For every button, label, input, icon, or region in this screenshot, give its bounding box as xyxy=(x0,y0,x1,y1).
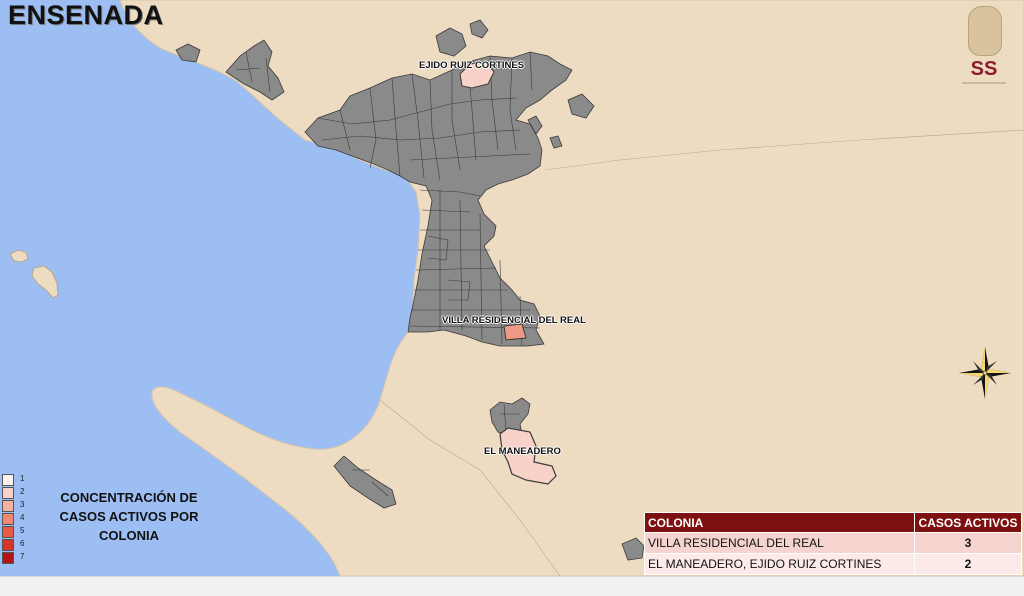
legend-item: 7 xyxy=(2,552,24,565)
legend-swatch xyxy=(2,487,14,499)
cell-casos: 3 xyxy=(914,532,1022,554)
legend-value: 7 xyxy=(20,552,25,561)
legend-value: 5 xyxy=(20,526,25,535)
column-header-casos-activos: CASOS ACTIVOS xyxy=(914,512,1022,533)
cell-casos: 2 xyxy=(914,553,1022,575)
table-header-row: COLONIA CASOS ACTIVOS xyxy=(644,512,1022,533)
logo-subtitle-line xyxy=(962,82,1006,84)
legend-swatch xyxy=(2,513,14,525)
logo-text: SS xyxy=(970,58,998,80)
legend-item: 4 xyxy=(2,513,24,526)
legend-item: 1 xyxy=(2,474,24,487)
legend-item: 3 xyxy=(2,500,24,513)
label-villa-residencial-del-real: VILLA RESIDENCIAL DEL REAL xyxy=(442,315,586,326)
map-view: ENSENADA SS EJIDO RUIZ CORTINES VILLA RE… xyxy=(0,0,1024,596)
legend-swatch xyxy=(2,474,14,486)
colonia-villa-residencial-del-real xyxy=(503,323,527,341)
legend-swatch xyxy=(2,552,14,564)
legend-value: 3 xyxy=(20,500,25,509)
legend-value: 2 xyxy=(20,487,25,496)
active-cases-table: COLONIA CASOS ACTIVOS VILLA RESIDENCIAL … xyxy=(644,512,1022,575)
legend-item: 2 xyxy=(2,487,24,500)
legend-title: CONCENTRACIÓN DE CASOS ACTIVOS POR COLON… xyxy=(59,490,199,543)
cell-colonia: VILLA RESIDENCIAL DEL REAL xyxy=(644,532,915,554)
secretaria-salud-logo: SS xyxy=(962,4,1010,84)
legend-swatch xyxy=(2,500,14,512)
table-row: VILLA RESIDENCIAL DEL REAL 3 xyxy=(644,532,1022,554)
map-title: ENSENADA xyxy=(8,0,164,30)
cell-colonia: EL MANEADERO, EJIDO RUIZ CORTINES xyxy=(644,553,915,575)
column-header-colonia: COLONIA xyxy=(644,512,915,533)
legend-value: 6 xyxy=(20,539,25,548)
legend: 1 2 3 4 5 6 7 xyxy=(2,474,24,565)
legend-swatch xyxy=(2,539,14,551)
label-ejido-ruiz-cortines: EJIDO RUIZ CORTINES xyxy=(419,60,525,71)
label-el-maneadero: EL MANEADERO xyxy=(484,446,561,457)
legend-swatch xyxy=(2,526,14,538)
bottom-bar xyxy=(0,576,1024,596)
legend-item: 5 xyxy=(2,526,24,539)
legend-value: 4 xyxy=(20,513,25,522)
table-row: EL MANEADERO, EJIDO RUIZ CORTINES 2 xyxy=(644,553,1022,575)
legend-item: 6 xyxy=(2,539,24,552)
state-seal-icon xyxy=(968,6,1002,56)
legend-value: 1 xyxy=(20,474,25,483)
